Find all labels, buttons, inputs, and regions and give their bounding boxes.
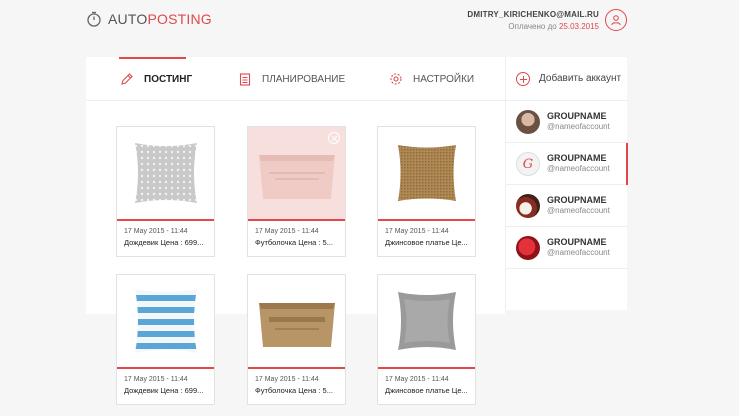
user-email: DMITRY_KIRICHENKO@MAIL.RU bbox=[467, 10, 599, 19]
post-image bbox=[378, 127, 475, 219]
account-handle: @nameofaccount bbox=[547, 164, 610, 173]
header: AUTOPOSTING DMITRY_KIRICHENKO@MAIL.RU Оп… bbox=[0, 0, 739, 40]
pink-box-image bbox=[258, 155, 335, 199]
selected-account-indicator bbox=[626, 143, 628, 185]
add-account-label: Добавить аккаунт bbox=[539, 73, 622, 84]
account-item[interactable]: GROUPNAME @nameofaccount bbox=[506, 185, 628, 227]
post-date: 17 May 2015 - 11:44 bbox=[255, 376, 319, 383]
post-date: 17 May 2015 - 11:44 bbox=[124, 376, 188, 383]
card-divider bbox=[248, 219, 345, 221]
add-account-button[interactable]: Добавить аккаунт bbox=[506, 57, 628, 101]
post-card[interactable]: 17 May 2015 - 11:44 Джинсовое платье Це.… bbox=[377, 126, 476, 257]
post-title: Футболочка Цена : 5... bbox=[255, 386, 333, 395]
post-image bbox=[117, 127, 214, 219]
card-divider bbox=[117, 219, 214, 221]
card-divider bbox=[117, 367, 214, 369]
account-avatar bbox=[516, 236, 540, 260]
striped-pillow-image bbox=[134, 289, 197, 353]
post-date: 17 May 2015 - 11:44 bbox=[255, 228, 319, 235]
post-title: Футболочка Цена : 5... bbox=[255, 238, 333, 247]
post-image bbox=[378, 275, 475, 367]
post-card[interactable]: 17 May 2015 - 11:44 Дождевик Цена : 699.… bbox=[116, 274, 215, 405]
dotted-pillow-image bbox=[134, 143, 197, 203]
account-name: GROUPNAME bbox=[547, 111, 607, 121]
logo-text: AUTOPOSTING bbox=[108, 11, 212, 27]
account-name: GROUPNAME bbox=[547, 153, 607, 163]
account-avatar bbox=[516, 194, 540, 218]
wooden-box-image bbox=[258, 303, 335, 347]
tab-settings[interactable]: НАСТРОЙКИ bbox=[389, 57, 474, 101]
post-title: Джинсовое платье Це... bbox=[385, 386, 468, 395]
account-item[interactable]: GROUPNAME @nameofaccount bbox=[506, 101, 628, 143]
post-image bbox=[117, 275, 214, 367]
account-handle: @nameofaccount bbox=[547, 248, 610, 257]
post-card[interactable]: 17 May 2015 - 11:44 Дождевик Цена : 699.… bbox=[116, 126, 215, 257]
post-date: 17 May 2015 - 11:44 bbox=[124, 228, 188, 235]
post-title: Дождевик Цена : 699... bbox=[124, 238, 204, 247]
remove-post-button[interactable] bbox=[328, 132, 340, 144]
user-profile-button[interactable] bbox=[605, 9, 627, 31]
grey-pillow-image bbox=[397, 292, 456, 350]
logo[interactable]: AUTOPOSTING bbox=[86, 11, 212, 27]
account-handle: @nameofaccount bbox=[547, 206, 610, 215]
tab-bar: ПОСТИНГ ПЛАНИРОВАНИЕ НАСТРОЙКИ bbox=[86, 57, 505, 101]
subscription-status: Оплачено до 25.03.2015 bbox=[508, 22, 599, 31]
jute-pillow-image bbox=[397, 145, 456, 201]
user-icon bbox=[611, 15, 621, 26]
post-date: 17 May 2015 - 11:44 bbox=[385, 228, 449, 235]
card-divider bbox=[248, 367, 345, 369]
account-item[interactable]: G GROUPNAME @nameofaccount bbox=[506, 143, 628, 185]
pencil-icon bbox=[121, 73, 133, 85]
card-divider bbox=[378, 367, 475, 369]
plus-icon bbox=[516, 71, 530, 86]
account-item[interactable]: GROUPNAME @nameofaccount bbox=[506, 227, 628, 269]
account-name: GROUPNAME bbox=[547, 237, 607, 247]
g-logo-icon: G bbox=[516, 152, 540, 176]
post-title: Джинсовое платье Це... bbox=[385, 238, 468, 247]
post-card[interactable]: 17 May 2015 - 11:44 Футболочка Цена : 5.… bbox=[247, 274, 346, 405]
post-title: Дождевик Цена : 699... bbox=[124, 386, 204, 395]
account-avatar bbox=[516, 110, 540, 134]
post-date: 17 May 2015 - 11:44 bbox=[385, 376, 449, 383]
calendar-icon bbox=[239, 73, 251, 86]
tab-planning[interactable]: ПЛАНИРОВАНИЕ bbox=[238, 57, 345, 101]
post-image bbox=[248, 275, 345, 367]
account-name: GROUPNAME bbox=[547, 195, 607, 205]
user-info: DMITRY_KIRICHENKO@MAIL.RU Оплачено до 25… bbox=[379, 10, 599, 31]
paid-until-date: 25.03.2015 bbox=[558, 22, 599, 31]
account-handle: @nameofaccount bbox=[547, 122, 610, 131]
tab-posting[interactable]: ПОСТИНГ bbox=[120, 57, 192, 101]
stopwatch-icon bbox=[87, 11, 101, 27]
post-card[interactable]: 17 May 2015 - 11:44 Футболочка Цена : 5.… bbox=[247, 126, 346, 257]
gear-icon bbox=[390, 73, 402, 85]
card-divider bbox=[378, 219, 475, 221]
post-card[interactable]: 17 May 2015 - 11:44 Джинсовое платье Це.… bbox=[377, 274, 476, 405]
accounts-sidebar: Добавить аккаунт GROUPNAME @nameofaccoun… bbox=[505, 57, 628, 310]
